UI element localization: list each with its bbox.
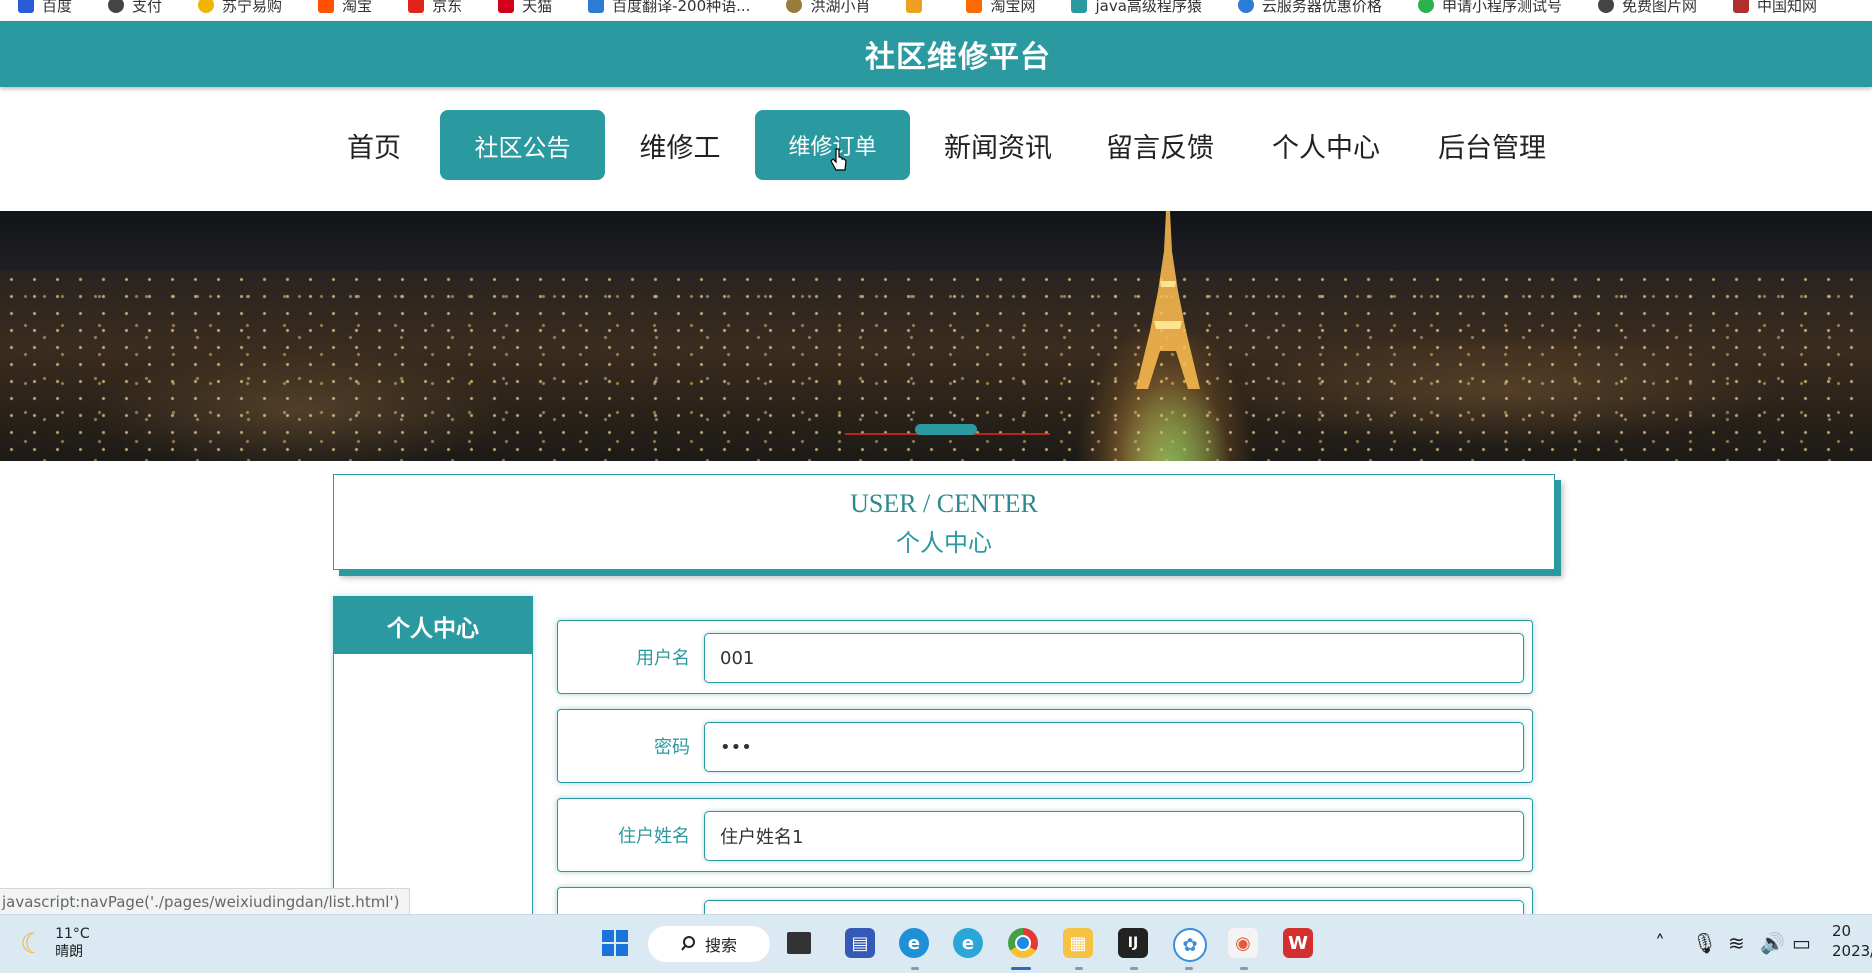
jd-icon — [408, 0, 425, 13]
nav-item-personal-center[interactable]: 个人中心 — [1266, 110, 1386, 180]
banner-sky — [0, 211, 1872, 271]
main-nav: 首页 社区公告 维修工 维修订单 新闻资讯 留言反馈 个人中心 后台管理 — [0, 110, 1872, 185]
running-indicator — [911, 967, 919, 970]
search-icon — [681, 936, 695, 951]
taobao-icon — [966, 0, 983, 13]
nav-item-home[interactable]: 首页 — [335, 110, 413, 180]
taskbar-clock[interactable]: 20 2023/ — [1832, 921, 1872, 961]
banner-park-glow — [1120, 381, 1230, 461]
app-icon[interactable]: ✿ — [1173, 928, 1207, 962]
cnki-icon — [1732, 0, 1749, 13]
bookmark-item[interactable]: 免费图片网 — [1597, 0, 1697, 16]
bookmark-item[interactable]: 苏宁易购 — [198, 0, 282, 16]
password-field[interactable] — [704, 722, 1524, 772]
bookmark-item[interactable]: 云服务器优惠价格 — [1237, 0, 1382, 16]
bookmark-item[interactable]: 淘宝网 — [966, 0, 1035, 16]
battery-icon[interactable]: ▭ — [1792, 931, 1811, 955]
bookmark-icon — [1597, 0, 1614, 13]
task-view-icon[interactable] — [787, 932, 811, 954]
resident-name-label: 住户姓名 — [618, 826, 690, 847]
bookmark-item[interactable]: 中国知网 — [1732, 0, 1817, 16]
weather-condition: 晴朗 — [55, 944, 84, 960]
bookmark-item[interactable]: 支付 — [108, 0, 162, 16]
form-row-username: 用户名 — [557, 620, 1533, 694]
resident-name-field[interactable] — [704, 811, 1524, 861]
weather-temperature: 11°C — [55, 926, 90, 942]
taskbar: ☾ 11°C 晴朗 搜索 ▤ e e ▦ IJ ✿ ◉ W ˄ 🎙 ≋ 🔊 ▭ … — [0, 914, 1872, 973]
bookmark-item[interactable]: 淘宝 — [318, 0, 372, 16]
suning-icon — [198, 0, 215, 13]
clock-time: 20 — [1832, 922, 1852, 940]
chevron-up-icon[interactable]: ˄ — [1655, 931, 1665, 955]
page-title-en: USER / CENTER — [850, 489, 1038, 518]
bookmark-item[interactable] — [906, 0, 930, 13]
running-indicator — [1185, 967, 1193, 970]
taskbar-search[interactable]: 搜索 — [648, 926, 770, 962]
bookmark-icon — [1071, 0, 1088, 13]
start-menu-icon[interactable] — [600, 928, 630, 958]
hero-banner — [0, 211, 1872, 461]
mouse-cursor-icon — [830, 148, 847, 171]
bookmark-item[interactable]: 洪湖小肖 — [786, 0, 870, 16]
bookmark-item[interactable]: 百度 — [18, 0, 72, 16]
pay-icon — [108, 0, 125, 13]
running-indicator — [1240, 967, 1248, 970]
running-indicator — [1011, 967, 1031, 970]
presentation-app-icon[interactable]: ◉ — [1228, 928, 1258, 958]
bookmark-icon — [786, 0, 803, 13]
chrome-browser-icon[interactable] — [1008, 928, 1038, 958]
search-label: 搜索 — [704, 936, 737, 955]
clock-date: 2023/ — [1832, 942, 1872, 960]
network-app-icon[interactable]: ▤ — [845, 928, 875, 958]
running-indicator — [1075, 967, 1083, 970]
form-row-password: 密码 — [557, 709, 1533, 783]
page-title-cn: 个人中心 — [896, 529, 992, 557]
baidu-icon — [18, 0, 34, 13]
bookmark-item[interactable]: 天猫 — [498, 0, 552, 16]
sidebar-item-personal-center[interactable]: 个人中心 — [334, 597, 532, 654]
bookmark-item[interactable]: 申请小程序测试号 — [1417, 0, 1562, 16]
edge-browser-icon[interactable]: e — [899, 928, 929, 958]
eiffel-tower-image — [1136, 211, 1200, 389]
bookmark-icon — [906, 0, 923, 13]
ie-browser-icon[interactable]: e — [953, 928, 983, 958]
nav-item-announcements[interactable]: 社区公告 — [440, 110, 605, 180]
microphone-icon[interactable]: 🎙 — [1692, 931, 1717, 955]
page-title-box: USER / CENTER 个人中心 — [333, 474, 1555, 570]
nav-item-admin[interactable]: 后台管理 — [1432, 110, 1552, 180]
cloud-icon — [1237, 0, 1254, 13]
bookmarks-bar: 百度 支付 苏宁易购 淘宝 京东 天猫 百度翻译-200种语... 洪湖小肖 淘… — [0, 0, 1872, 22]
tmall-icon — [498, 0, 515, 13]
nav-item-feedback[interactable]: 留言反馈 — [1100, 110, 1220, 180]
translate-icon — [588, 0, 605, 13]
volume-icon[interactable]: 🔊 — [1760, 931, 1785, 955]
taobao-icon — [318, 0, 335, 13]
site-header: 社区维修平台 — [0, 21, 1872, 87]
bookmark-item[interactable]: 百度翻译-200种语... — [588, 0, 750, 16]
carousel-indicator[interactable] — [915, 424, 977, 435]
wechat-icon — [1417, 0, 1434, 13]
wifi-icon[interactable]: ≋ — [1728, 931, 1745, 955]
password-label: 密码 — [654, 737, 690, 758]
weather-widget[interactable]: ☾ 11°C 晴朗 — [20, 925, 90, 961]
status-url: javascript:navPage('./pages/weixiudingda… — [0, 888, 411, 916]
wps-office-icon[interactable]: W — [1283, 928, 1313, 958]
form-row-resident-name: 住户姓名 — [557, 798, 1533, 872]
nav-item-repairmen[interactable]: 维修工 — [630, 110, 730, 180]
moon-icon: ☾ — [20, 926, 46, 960]
username-field[interactable] — [704, 633, 1524, 683]
nav-item-news[interactable]: 新闻资讯 — [938, 110, 1058, 180]
bookmark-item[interactable]: java高级程序猿 — [1071, 0, 1202, 16]
intellij-icon[interactable]: IJ — [1118, 928, 1148, 958]
site-title: 社区维修平台 — [865, 40, 1051, 75]
bookmark-item[interactable]: 京东 — [408, 0, 462, 16]
username-label: 用户名 — [636, 648, 690, 669]
file-explorer-icon[interactable]: ▦ — [1063, 928, 1093, 958]
form-row-next — [557, 887, 1533, 918]
running-indicator — [1130, 967, 1138, 970]
